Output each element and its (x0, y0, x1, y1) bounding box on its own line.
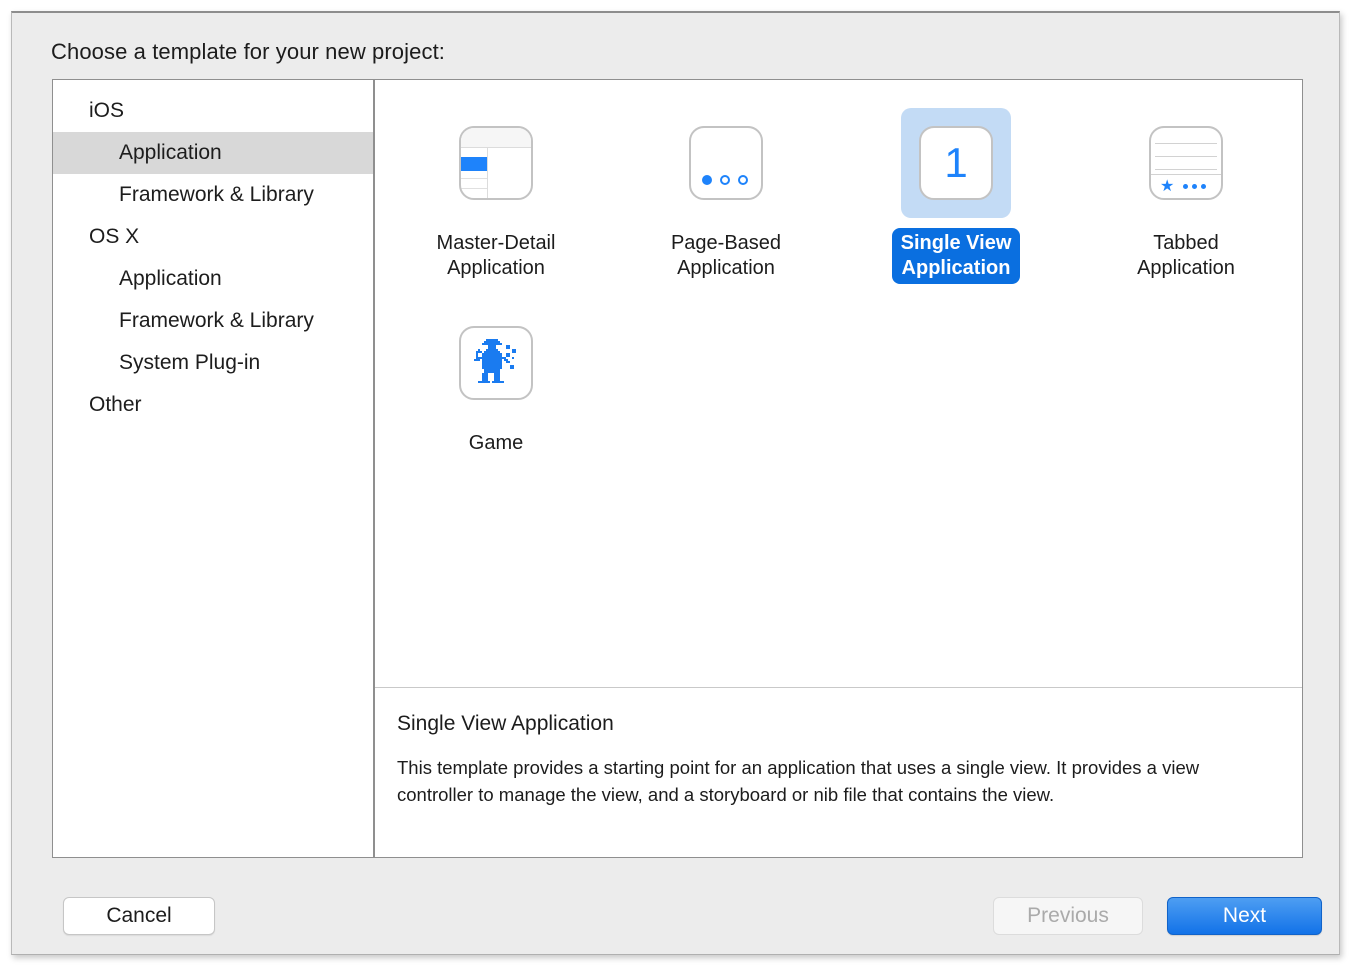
template-grid-row: Game (375, 302, 1302, 459)
platform-sidebar[interactable]: iOS Application Framework & Library OS X… (53, 80, 375, 857)
tabbed-content-line (1155, 143, 1217, 144)
sidebar-item-label: Framework & Library (119, 183, 314, 206)
tabbed-content-line (1155, 156, 1217, 157)
master-detail-row (461, 188, 487, 189)
single-view-number: 1 (944, 139, 968, 186)
tabbed-content-line (1155, 169, 1217, 170)
template-grid: Master-Detail Application Page-Based App… (375, 80, 1302, 687)
sidebar-item-label: iOS (89, 99, 125, 122)
cancel-button[interactable]: Cancel (63, 897, 215, 935)
template-tile-label: Master-Detail Application (436, 232, 556, 279)
tab-bar: ★ (1151, 174, 1221, 198)
page-dot (720, 175, 730, 185)
master-detail-navbar (461, 128, 531, 148)
tabbed-icon: ★ (1149, 126, 1223, 200)
next-button[interactable]: Next (1167, 897, 1322, 935)
page-control-dots (702, 175, 748, 185)
sidebar-item-label: Application (119, 141, 222, 164)
sidebar-item-ios-framework-library[interactable]: Framework & Library (53, 174, 373, 216)
template-tile-page-based[interactable]: Page-Based Application (617, 102, 835, 284)
template-tile-game[interactable]: Game (387, 302, 605, 459)
description-body: This template provides a starting point … (397, 757, 1200, 805)
star-icon: ★ (1160, 177, 1175, 195)
master-detail-icon (459, 126, 533, 200)
master-detail-list-column (461, 148, 488, 198)
template-tile-label: Tabbed Application (1137, 232, 1235, 279)
sidebar-item-label: Other (89, 393, 142, 416)
new-project-sheet: Choose a template for your new project: … (11, 11, 1340, 955)
template-chooser-panel: iOS Application Framework & Library OS X… (52, 79, 1303, 858)
page-dot (738, 175, 748, 185)
template-tile-single-view[interactable]: 1 Single View Application (847, 102, 1065, 284)
more-icon (1183, 184, 1207, 189)
template-description-panel: Single View Application This template pr… (375, 687, 1302, 857)
pixel-robot-icon (474, 339, 516, 383)
screenshot-root: Choose a template for your new project: … (0, 0, 1360, 974)
sidebar-group-ios[interactable]: iOS (53, 90, 373, 132)
template-tile-master-detail[interactable]: Master-Detail Application (387, 102, 605, 284)
template-icon-wrap (671, 108, 781, 218)
sidebar-item-osx-system-plugin[interactable]: System Plug-in (53, 342, 373, 384)
template-icon-wrap (441, 308, 551, 418)
sidebar-item-osx-framework-library[interactable]: Framework & Library (53, 300, 373, 342)
template-grid-row: Master-Detail Application Page-Based App… (375, 102, 1302, 284)
sidebar-item-osx-application[interactable]: Application (53, 258, 373, 300)
template-icon-wrap: ★ (1131, 108, 1241, 218)
page-based-icon (689, 126, 763, 200)
previous-button-label: Previous (1027, 904, 1109, 927)
sidebar-item-ios-application[interactable]: Application (53, 132, 373, 174)
sidebar-item-label: System Plug-in (119, 351, 261, 374)
sidebar-item-label: Framework & Library (119, 309, 314, 332)
master-detail-row (461, 178, 487, 179)
page-title: Choose a template for your new project: (51, 39, 445, 64)
template-tile-label: Game (468, 432, 524, 454)
cancel-button-label: Cancel (106, 904, 172, 927)
template-icon-wrap (441, 108, 551, 218)
template-right-pane: Master-Detail Application Page-Based App… (375, 80, 1302, 857)
page-dot-active (702, 175, 712, 185)
game-icon (459, 326, 533, 400)
template-tile-label-selected: Single View Application (891, 228, 1021, 284)
single-view-icon: 1 (919, 126, 993, 200)
previous-button[interactable]: Previous (993, 897, 1143, 935)
template-tile-tabbed[interactable]: ★ Tabbed Application (1077, 102, 1295, 284)
sidebar-group-osx[interactable]: OS X (53, 216, 373, 258)
template-tile-label: Page-Based Application (670, 232, 782, 279)
description-title: Single View Application (397, 712, 614, 735)
next-button-label: Next (1222, 904, 1267, 927)
template-icon-wrap-selected: 1 (901, 108, 1011, 218)
sidebar-item-label: Application (119, 267, 222, 290)
master-detail-selected-row (461, 157, 487, 171)
sidebar-group-other[interactable]: Other (53, 384, 373, 426)
sidebar-item-label: OS X (89, 225, 140, 248)
